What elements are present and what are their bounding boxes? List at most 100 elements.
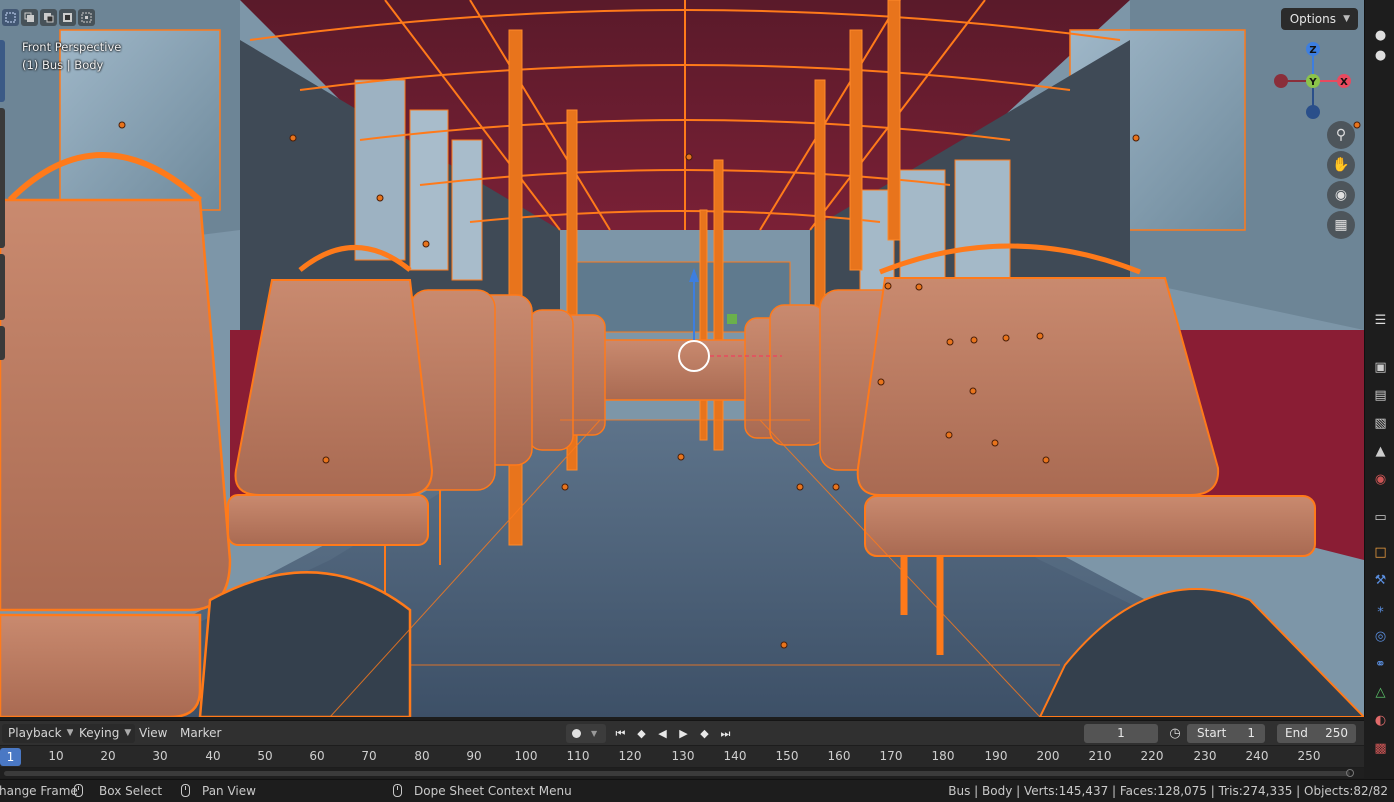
ruler-tick: 40: [205, 749, 221, 763]
toolbar-tab[interactable]: [0, 108, 5, 248]
status-bar: hange Frame Box Select Pan View Dope She…: [0, 779, 1394, 802]
context-menu-label: Dope Sheet Context Menu: [414, 784, 572, 798]
ruler-tick: 110: [566, 749, 590, 763]
use-preview-range-clock-icon[interactable]: ◷: [1166, 724, 1184, 743]
ruler-tick: 10: [48, 749, 64, 763]
zoom-icon[interactable]: ⚲: [1327, 121, 1355, 149]
box-select-label: Box Select: [99, 784, 163, 798]
ruler-tick: 80: [414, 749, 430, 763]
pan-view-label: Pan View: [202, 784, 256, 798]
toolbar-tab-active[interactable]: [0, 40, 5, 102]
particles-icon[interactable]: ⁎: [1372, 600, 1389, 617]
select-subtract-mode-icon[interactable]: [40, 9, 57, 26]
marker-menu[interactable]: Marker: [174, 724, 227, 743]
select-box-mode-icon[interactable]: [2, 9, 19, 26]
camera-view-icon[interactable]: ◉: [1327, 181, 1355, 209]
navigation-gizmo[interactable]: Z X Y: [1270, 40, 1356, 126]
ortho-grid-icon[interactable]: ▦: [1327, 211, 1355, 239]
chevron-down-icon: ▼: [591, 729, 598, 738]
toolbar-tab[interactable]: [0, 254, 5, 320]
mouse-middle-icon: [181, 784, 190, 797]
ruler-tick: 240: [1245, 749, 1269, 763]
gizmo-z-label: Z: [1309, 45, 1316, 56]
scene-properties-icon[interactable]: ▲: [1372, 443, 1389, 460]
timeline-header: Playback ▼ Keying ▼ View Marker ▼ ⏮ ◆ ◀ ▶ …: [0, 720, 1364, 745]
scrollbar-thumb[interactable]: [4, 771, 1350, 776]
viewlayer-camera-icon[interactable]: ●: [1372, 47, 1389, 64]
mouse-right-icon: [393, 784, 402, 797]
end-frame-field[interactable]: End 250: [1277, 724, 1356, 743]
render-camera-icon[interactable]: ●: [1372, 27, 1389, 44]
current-frame-indicator[interactable]: 1: [0, 748, 21, 766]
physics-icon[interactable]: ◎: [1372, 628, 1389, 645]
toolbar-tab[interactable]: [0, 326, 5, 360]
end-value: 250: [1325, 726, 1348, 740]
selection-mode-toolbar: [2, 9, 95, 26]
timeline-scrollbar[interactable]: [0, 768, 1364, 778]
start-label: Start: [1197, 726, 1227, 740]
bus-interior-scene: [0, 0, 1364, 717]
object-properties-icon[interactable]: □: [1372, 544, 1389, 561]
playback-menu[interactable]: Playback ▼: [2, 724, 78, 743]
next-keyframe-icon[interactable]: ◆: [695, 724, 714, 743]
constraints-icon[interactable]: ⚭: [1372, 656, 1389, 673]
start-value: 1: [1247, 726, 1255, 740]
modifier-wrench-icon[interactable]: ⚒: [1372, 572, 1389, 589]
3d-viewport[interactable]: Options ▼ Front Perspective (1) Bus | Bo…: [0, 0, 1364, 717]
material-icon[interactable]: ◐: [1372, 712, 1389, 729]
chevron-down-icon: ▼: [124, 728, 132, 738]
options-dropdown[interactable]: Options ▼: [1280, 8, 1358, 30]
render-properties-icon[interactable]: ▣: [1372, 359, 1389, 376]
ruler-tick: 200: [1036, 749, 1060, 763]
collection-properties-icon[interactable]: ▭: [1372, 509, 1389, 526]
view-menu[interactable]: View: [133, 724, 173, 743]
play-reverse-icon[interactable]: ◀: [653, 724, 672, 743]
options-label: Options: [1289, 12, 1336, 26]
previous-keyframe-icon[interactable]: ◆: [632, 724, 651, 743]
object-data-icon[interactable]: △: [1372, 684, 1389, 701]
playback-menu-label: Playback: [8, 726, 62, 740]
chevron-down-icon: ▼: [1343, 14, 1350, 24]
keying-menu[interactable]: Keying ▼: [73, 724, 136, 743]
ruler-tick: 70: [361, 749, 377, 763]
ruler-tick: 170: [879, 749, 903, 763]
ruler-tick: 120: [618, 749, 642, 763]
ruler-tick: 190: [984, 749, 1008, 763]
ruler-tick: 20: [100, 749, 116, 763]
pan-hand-icon[interactable]: ✋: [1327, 151, 1355, 179]
jump-to-start-icon[interactable]: ⏮: [611, 724, 630, 743]
play-icon[interactable]: ▶: [674, 724, 693, 743]
ruler-tick: 140: [723, 749, 747, 763]
select-invert-mode-icon[interactable]: [59, 9, 76, 26]
texture-icon[interactable]: ▩: [1372, 740, 1389, 757]
gizmo-y-label: Y: [1308, 77, 1317, 88]
record-icon: [572, 729, 581, 738]
tool-shelf: [0, 40, 6, 366]
ruler-tick: 160: [827, 749, 851, 763]
gizmo-x-label: X: [1340, 77, 1348, 88]
ruler-tick: 180: [931, 749, 955, 763]
active-object-label: (1) Bus | Body: [22, 58, 104, 72]
tool-settings-icon[interactable]: ☰: [1372, 312, 1389, 329]
start-frame-field[interactable]: Start 1: [1187, 724, 1265, 743]
select-intersect-mode-icon[interactable]: [78, 9, 95, 26]
status-hint-box-select: Box Select: [74, 780, 162, 802]
ruler-tick: 60: [309, 749, 325, 763]
ruler-tick: 100: [514, 749, 538, 763]
output-properties-icon[interactable]: ▤: [1372, 387, 1389, 404]
properties-tab-strip: ● ● ☰ ▣ ▤ ▧ ▲ ◉ ▭ □ ⚒ ⁎ ◎ ⚭ △ ◐ ▩: [1364, 0, 1394, 756]
ruler-tick: 230: [1193, 749, 1217, 763]
status-hint-change-frame: hange Frame: [0, 784, 78, 798]
world-properties-icon[interactable]: ◉: [1372, 471, 1389, 488]
ruler-tick: 130: [671, 749, 695, 763]
ruler-tick: 50: [257, 749, 273, 763]
jump-to-end-icon[interactable]: ⏭: [716, 724, 735, 743]
status-hint-pan-view: Pan View: [181, 780, 256, 802]
auto-keying-toggle[interactable]: ▼: [566, 724, 606, 743]
timeline-frame-ruler[interactable]: 1 10 20 30 40 50 60 70 80 90 100 110 120…: [0, 746, 1364, 767]
current-frame-field[interactable]: 1: [1084, 724, 1158, 743]
keying-menu-label: Keying: [79, 726, 120, 740]
ruler-tick: 30: [152, 749, 168, 763]
view-layer-icon[interactable]: ▧: [1372, 415, 1389, 432]
select-extend-mode-icon[interactable]: [21, 9, 38, 26]
